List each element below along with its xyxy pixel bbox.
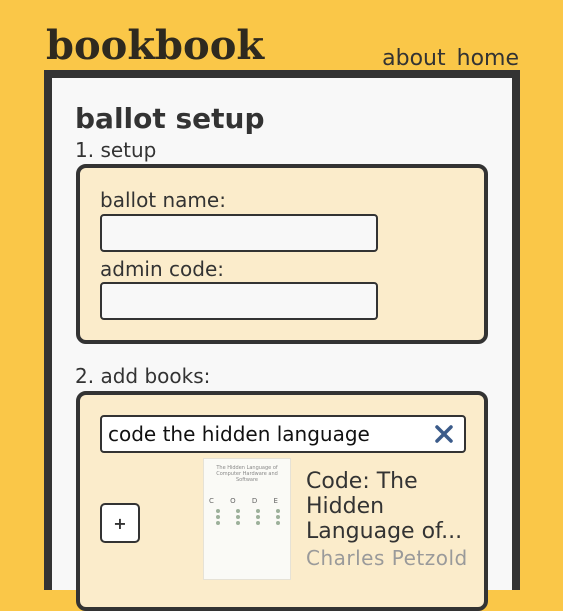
admin-code-input[interactable] (100, 282, 378, 320)
ballot-name-label: ballot name: (100, 188, 226, 212)
add-books-card: + The Hidden Language of Computer Hardwa… (76, 391, 488, 611)
book-author: Charles Petzold (306, 546, 468, 570)
close-icon[interactable] (432, 422, 456, 446)
cover-letters: C O D E (209, 497, 285, 505)
admin-code-label: admin code: (100, 257, 224, 281)
ballot-name-input[interactable] (100, 214, 378, 252)
setup-step-label: 1. setup (75, 138, 157, 162)
add-books-step-label: 2. add books: (75, 364, 211, 388)
cover-art (216, 509, 280, 525)
book-cover-image: The Hidden Language of Computer Hardware… (204, 459, 290, 579)
nav-home-link[interactable]: home (457, 46, 519, 71)
page-title: ballot setup (75, 102, 265, 135)
book-search-box (100, 415, 466, 453)
main-panel: ballot setup 1. setup ballot name: admin… (44, 70, 520, 611)
top-nav: about home (378, 46, 519, 71)
setup-card: ballot name: admin code: (76, 164, 488, 344)
nav-about-link[interactable]: about (382, 46, 445, 71)
site-title[interactable]: bookbook (46, 22, 264, 70)
book-title: Code: The Hidden Language of... (306, 469, 463, 544)
book-search-input[interactable] (108, 419, 428, 449)
add-book-button[interactable]: + (100, 503, 140, 543)
